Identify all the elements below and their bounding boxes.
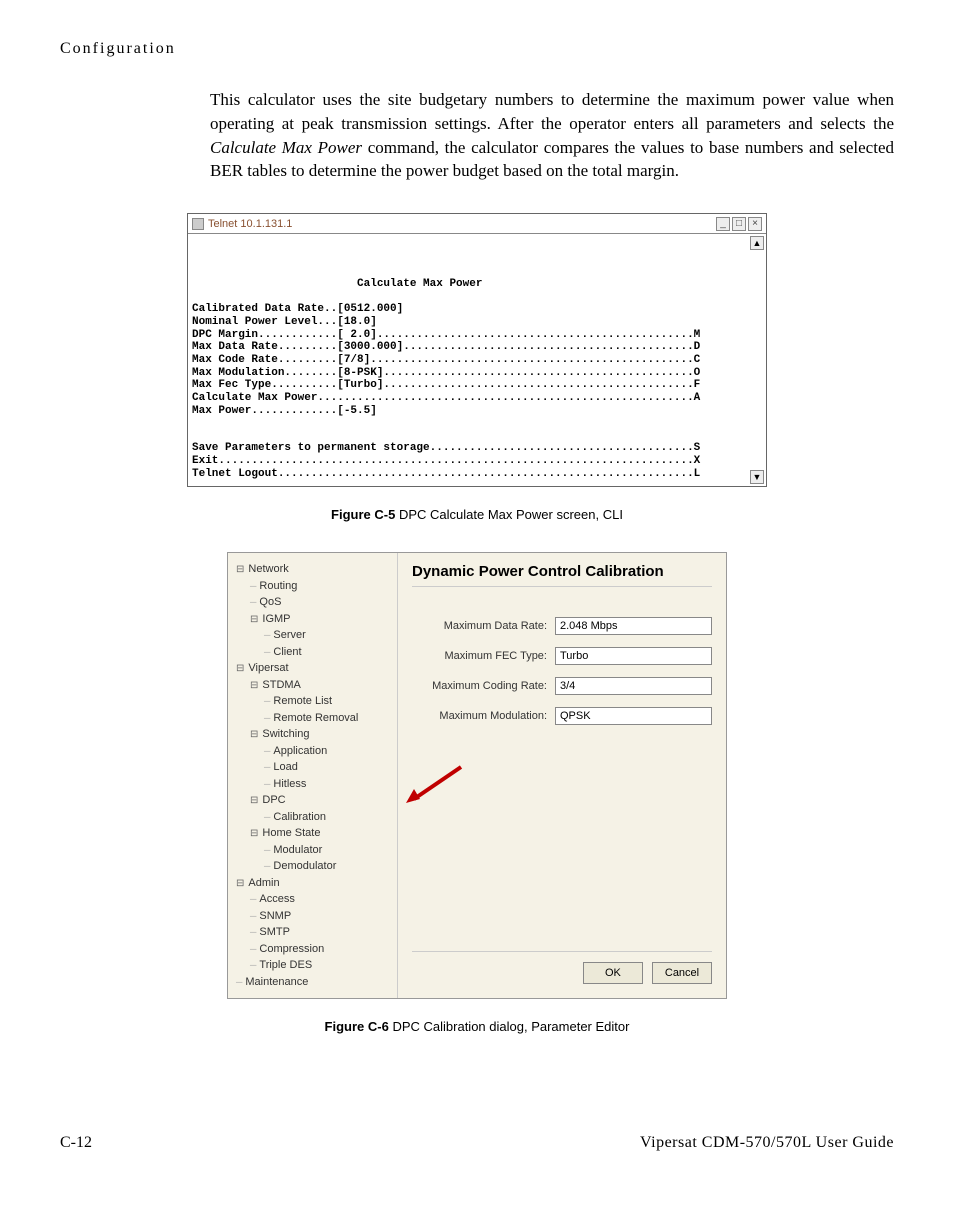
dialog-row: Maximum Coding Rate: [412, 677, 712, 695]
tree-node-stdma[interactable]: STDMA [236, 677, 393, 694]
telnet-body: ▲ Calculate Max Power Calibrated Data Ra… [188, 234, 766, 486]
tree-node-load[interactable]: Load [236, 759, 393, 776]
nav-tree[interactable]: NetworkRoutingQoSIGMPServerClientVipersa… [228, 553, 398, 998]
tree-node-admin[interactable]: Admin [236, 875, 393, 892]
tree-node-remote-list[interactable]: Remote List [236, 693, 393, 710]
calibration-dialog: NetworkRoutingQoSIGMPServerClientVipersa… [227, 552, 727, 999]
scroll-down-icon[interactable]: ▼ [750, 470, 764, 484]
tree-node-client[interactable]: Client [236, 644, 393, 661]
tree-node-vipersat[interactable]: Vipersat [236, 660, 393, 677]
field-label: Maximum FEC Type: [412, 650, 547, 662]
field-input[interactable] [555, 677, 712, 695]
field-input[interactable] [555, 617, 712, 635]
field-label: Maximum Modulation: [412, 710, 547, 722]
tree-node-calibration[interactable]: Calibration [236, 809, 393, 826]
tree-node-switching[interactable]: Switching [236, 726, 393, 743]
intro-paragraph: This calculator uses the site budgetary … [210, 88, 894, 183]
restore-button[interactable]: □ [732, 217, 746, 231]
cancel-button[interactable]: Cancel [652, 962, 712, 984]
section-header: Configuration [60, 40, 894, 58]
tree-node-server[interactable]: Server [236, 627, 393, 644]
minimize-button[interactable]: _ [716, 217, 730, 231]
page-footer: C-12 Vipersat CDM-570/570L User Guide [60, 1134, 894, 1152]
tree-node-qos[interactable]: QoS [236, 594, 393, 611]
tree-node-triple-des[interactable]: Triple DES [236, 957, 393, 974]
tree-node-snmp[interactable]: SNMP [236, 908, 393, 925]
para-text-1: This calculator uses the site budgetary … [210, 90, 894, 133]
tree-node-routing[interactable]: Routing [236, 578, 393, 595]
telnet-app-icon [192, 218, 204, 230]
telnet-window: Telnet 10.1.131.1 _ □ × ▲ Calculate Max … [187, 213, 767, 487]
telnet-title-bar: Telnet 10.1.131.1 _ □ × [188, 214, 766, 234]
field-input[interactable] [555, 707, 712, 725]
telnet-text: Calculate Max Power Calibrated Data Rate… [192, 240, 758, 480]
scroll-up-icon[interactable]: ▲ [750, 236, 764, 250]
field-input[interactable] [555, 647, 712, 665]
tree-node-hitless[interactable]: Hitless [236, 776, 393, 793]
close-button[interactable]: × [748, 217, 762, 231]
telnet-title: Telnet 10.1.131.1 [208, 218, 292, 230]
tree-node-igmp[interactable]: IGMP [236, 611, 393, 628]
figure-c5-label: Figure C-5 [331, 507, 395, 522]
figure-c5-caption: Figure C-5 DPC Calculate Max Power scree… [60, 507, 894, 522]
dialog-row: Maximum Data Rate: [412, 617, 712, 635]
footer-guide-title: Vipersat CDM-570/570L User Guide [640, 1134, 894, 1152]
field-label: Maximum Data Rate: [412, 620, 547, 632]
figure-c5-text: DPC Calculate Max Power screen, CLI [395, 507, 623, 522]
figure-c6-text: DPC Calibration dialog, Parameter Editor [389, 1019, 630, 1034]
page-number: C-12 [60, 1134, 92, 1152]
figure-c6-caption: Figure C-6 DPC Calibration dialog, Param… [60, 1019, 894, 1034]
dialog-row: Maximum Modulation: [412, 707, 712, 725]
tree-node-home-state[interactable]: Home State [236, 825, 393, 842]
tree-node-demodulator[interactable]: Demodulator [236, 858, 393, 875]
dialog-button-bar: OK Cancel [412, 951, 712, 984]
tree-node-access[interactable]: Access [236, 891, 393, 908]
tree-node-dpc[interactable]: DPC [236, 792, 393, 809]
tree-node-smtp[interactable]: SMTP [236, 924, 393, 941]
tree-node-maintenance[interactable]: Maintenance [236, 974, 393, 991]
tree-node-modulator[interactable]: Modulator [236, 842, 393, 859]
para-command-name: Calculate Max Power [210, 138, 362, 157]
field-label: Maximum Coding Rate: [412, 680, 547, 692]
dialog-title: Dynamic Power Control Calibration [412, 563, 712, 587]
dialog-row: Maximum FEC Type: [412, 647, 712, 665]
tree-node-remote-removal[interactable]: Remote Removal [236, 710, 393, 727]
tree-node-application[interactable]: Application [236, 743, 393, 760]
tree-node-compression[interactable]: Compression [236, 941, 393, 958]
tree-node-network[interactable]: Network [236, 561, 393, 578]
dialog-right-pane: Dynamic Power Control Calibration Maximu… [398, 553, 726, 998]
ok-button[interactable]: OK [583, 962, 643, 984]
figure-c6-label: Figure C-6 [325, 1019, 389, 1034]
